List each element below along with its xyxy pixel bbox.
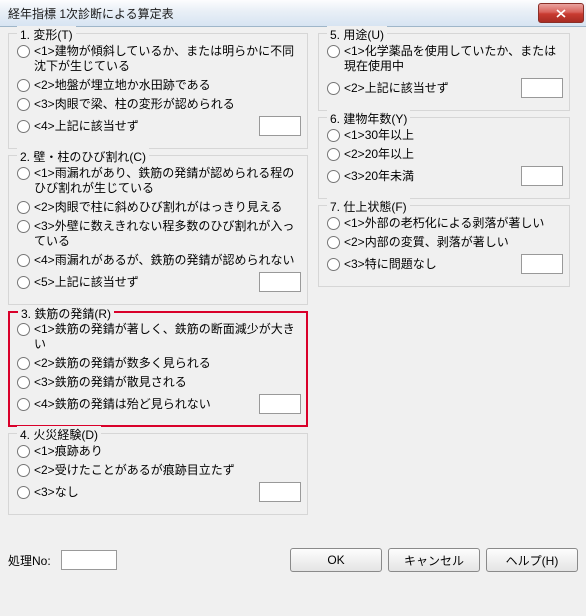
- radio-g5-1[interactable]: [327, 45, 340, 58]
- group-fire: 4. 火災経験(D) <1>痕跡あり <2>受けたことがあるが痕跡目立たず <3…: [8, 433, 308, 515]
- process-no-label: 処理No:: [8, 552, 51, 569]
- radio-g2-1[interactable]: [17, 167, 30, 180]
- radio-g4-2[interactable]: [17, 464, 30, 477]
- group-legend: 7. 仕上状態(F): [327, 198, 410, 215]
- option-label: <2>地盤が埋立地か水田跡である: [34, 78, 301, 93]
- option-label: <2>20年以上: [344, 147, 563, 162]
- radio-g1-3[interactable]: [17, 98, 30, 111]
- option-label: <1>化学薬品を使用していたか、または現在使用中: [344, 44, 563, 74]
- group-deformation: 1. 変形(T) <1>建物が傾斜しているか、または明らかに不同沈下が生じている…: [8, 33, 308, 149]
- option-label: <3>20年未満: [344, 169, 521, 184]
- radio-g3-1[interactable]: [17, 323, 30, 336]
- group-legend: 4. 火災経験(D): [17, 426, 101, 443]
- option-label: <3>特に問題なし: [344, 257, 521, 272]
- option-label: <2>上記に該当せず: [344, 81, 521, 96]
- ok-button[interactable]: OK: [290, 548, 382, 572]
- radio-g4-3[interactable]: [17, 486, 30, 499]
- option-label: <2>受けたことがあるが痕跡目立たず: [34, 463, 301, 478]
- option-label: <2>鉄筋の発錆が数多く見られる: [34, 356, 301, 371]
- cancel-button[interactable]: キャンセル: [388, 548, 480, 572]
- option-label: <3>なし: [34, 485, 259, 500]
- option-label: <3>鉄筋の発錆が散見される: [34, 375, 301, 390]
- option-label: <2>肉眼で柱に斜めひび割れがはっきり見える: [34, 200, 301, 215]
- option-label: <3>外壁に数えきれない程多数のひび割れが入っている: [34, 219, 301, 249]
- radio-g1-4[interactable]: [17, 120, 30, 133]
- group-legend: 1. 変形(T): [17, 26, 76, 43]
- group-finish: 7. 仕上状態(F) <1>外部の老朽化による剥落が著しい <2>内部の変質、剥…: [318, 205, 570, 287]
- option-label: <4>上記に該当せず: [34, 119, 259, 134]
- footer-bar: 処理No: OK キャンセル ヘルプ(H): [8, 545, 578, 575]
- client-area: 1. 変形(T) <1>建物が傾斜しているか、または明らかに不同沈下が生じている…: [0, 27, 586, 575]
- radio-g2-2[interactable]: [17, 201, 30, 214]
- radio-g5-2[interactable]: [327, 82, 340, 95]
- window-title: 経年指標 1次診断による算定表: [8, 5, 174, 22]
- radio-g3-3[interactable]: [17, 376, 30, 389]
- score-field-g3[interactable]: [259, 394, 301, 414]
- radio-g2-3[interactable]: [17, 220, 30, 233]
- radio-g7-3[interactable]: [327, 258, 340, 271]
- option-label: <3>肉眼で梁、柱の変形が認められる: [34, 97, 301, 112]
- close-button[interactable]: [538, 3, 584, 23]
- radio-g2-4[interactable]: [17, 254, 30, 267]
- radio-g1-1[interactable]: [17, 45, 30, 58]
- group-legend: 2. 壁・柱のひび割れ(C): [17, 148, 149, 165]
- process-no-field[interactable]: [61, 550, 117, 570]
- radio-g6-2[interactable]: [327, 148, 340, 161]
- score-field-g1[interactable]: [259, 116, 301, 136]
- option-label: <1>30年以上: [344, 128, 563, 143]
- radio-g6-3[interactable]: [327, 170, 340, 183]
- radio-g1-2[interactable]: [17, 79, 30, 92]
- group-legend: 3. 鉄筋の発錆(R): [18, 305, 114, 322]
- option-label: <1>鉄筋の発錆が著しく、鉄筋の断面減少が大きい: [34, 322, 301, 352]
- score-field-g2[interactable]: [259, 272, 301, 292]
- group-legend: 6. 建物年数(Y): [327, 110, 410, 127]
- title-bar: 経年指標 1次診断による算定表: [0, 0, 586, 27]
- radio-g4-1[interactable]: [17, 445, 30, 458]
- option-label: <1>痕跡あり: [34, 444, 301, 459]
- score-field-g4[interactable]: [259, 482, 301, 502]
- radio-g7-1[interactable]: [327, 217, 340, 230]
- group-age: 6. 建物年数(Y) <1>30年以上 <2>20年以上 <3>20年未満: [318, 117, 570, 199]
- radio-g2-5[interactable]: [17, 276, 30, 289]
- group-rebar-rust: 3. 鉄筋の発錆(R) <1>鉄筋の発錆が著しく、鉄筋の断面減少が大きい <2>…: [8, 311, 308, 427]
- close-icon: [556, 9, 566, 18]
- group-crack: 2. 壁・柱のひび割れ(C) <1>雨漏れがあり、鉄筋の発錆が認められる程のひび…: [8, 155, 308, 305]
- radio-g3-4[interactable]: [17, 398, 30, 411]
- group-usage: 5. 用途(U) <1>化学薬品を使用していたか、または現在使用中 <2>上記に…: [318, 33, 570, 111]
- option-label: <4>鉄筋の発錆は殆ど見られない: [34, 397, 259, 412]
- radio-g3-2[interactable]: [17, 357, 30, 370]
- score-field-g6[interactable]: [521, 166, 563, 186]
- group-legend: 5. 用途(U): [327, 26, 387, 43]
- radio-g6-1[interactable]: [327, 129, 340, 142]
- score-field-g5[interactable]: [521, 78, 563, 98]
- score-field-g7[interactable]: [521, 254, 563, 274]
- option-label: <1>外部の老朽化による剥落が著しい: [344, 216, 563, 231]
- help-button[interactable]: ヘルプ(H): [486, 548, 578, 572]
- option-label: <1>雨漏れがあり、鉄筋の発錆が認められる程のひび割れが生じている: [34, 166, 301, 196]
- option-label: <5>上記に該当せず: [34, 275, 259, 290]
- option-label: <2>内部の変質、剥落が著しい: [344, 235, 563, 250]
- radio-g7-2[interactable]: [327, 236, 340, 249]
- option-label: <4>雨漏れがあるが、鉄筋の発錆が認められない: [34, 253, 301, 268]
- option-label: <1>建物が傾斜しているか、または明らかに不同沈下が生じている: [34, 44, 301, 74]
